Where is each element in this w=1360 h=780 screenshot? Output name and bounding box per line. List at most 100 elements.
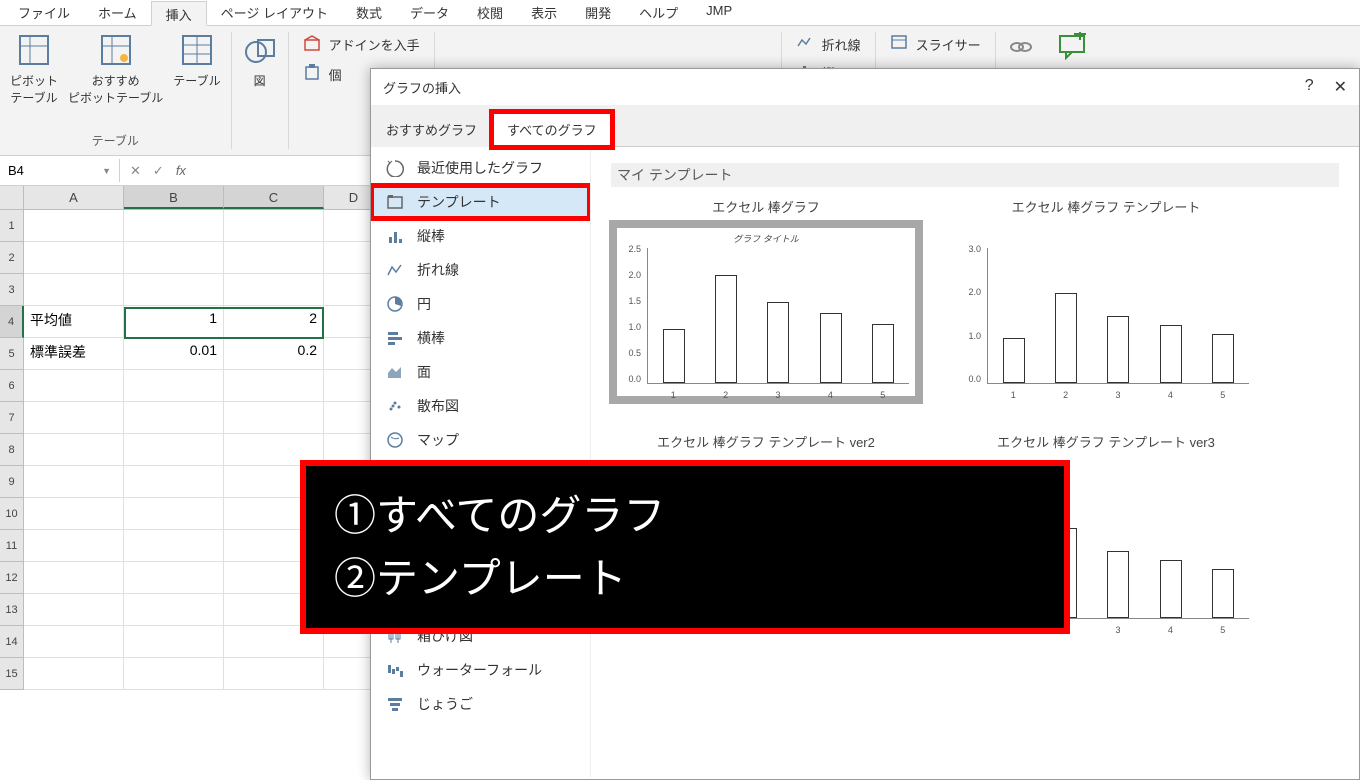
tab-review[interactable]: 校閲 <box>463 0 517 25</box>
tab-file[interactable]: ファイル <box>4 0 84 25</box>
table-button[interactable]: テーブル <box>173 32 220 89</box>
dialog-help-button[interactable]: ? <box>1305 77 1314 97</box>
template-item[interactable]: エクセル 棒グラフグラフ タイトル0.00.51.01.52.02.512345 <box>611 197 921 402</box>
cell[interactable] <box>224 658 324 690</box>
chart-type-template[interactable]: テンプレート <box>371 185 590 219</box>
cell[interactable] <box>24 210 124 242</box>
cell[interactable] <box>24 370 124 402</box>
tab-insert[interactable]: 挿入 <box>151 1 207 26</box>
row-header[interactable]: 6 <box>0 370 24 402</box>
chart-type-waterfall[interactable]: ウォーターフォール <box>371 653 590 687</box>
tab-help[interactable]: ヘルプ <box>625 0 692 25</box>
cell[interactable] <box>224 370 324 402</box>
cell[interactable] <box>24 562 124 594</box>
cell[interactable] <box>224 402 324 434</box>
cell[interactable] <box>124 370 224 402</box>
cell[interactable] <box>24 434 124 466</box>
row-header[interactable]: 10 <box>0 498 24 530</box>
cell[interactable] <box>24 498 124 530</box>
recommended-pivot-button[interactable]: おすすめ ピボットテーブル <box>68 32 163 106</box>
link-icon[interactable] <box>1006 32 1036 62</box>
tab-formulas[interactable]: 数式 <box>342 0 396 25</box>
col-header-c[interactable]: C <box>224 186 324 209</box>
confirm-icon[interactable]: ✓ <box>153 163 164 179</box>
cell[interactable] <box>24 626 124 658</box>
row-header[interactable]: 3 <box>0 274 24 306</box>
cell[interactable] <box>124 626 224 658</box>
illustrations-button[interactable]: 図 <box>242 32 278 89</box>
cell[interactable] <box>124 594 224 626</box>
row-header[interactable]: 2 <box>0 242 24 274</box>
slicer-button[interactable]: スライサー <box>886 32 985 56</box>
select-all-corner[interactable] <box>0 186 24 209</box>
cell[interactable] <box>124 242 224 274</box>
cell[interactable] <box>24 402 124 434</box>
cell[interactable]: 2 <box>224 306 324 338</box>
row-header[interactable]: 11 <box>0 530 24 562</box>
cell[interactable] <box>24 530 124 562</box>
cell[interactable]: 1 <box>124 306 224 338</box>
cell[interactable] <box>124 498 224 530</box>
col-header-a[interactable]: A <box>24 186 124 209</box>
tab-developer[interactable]: 開発 <box>571 0 625 25</box>
col-header-b[interactable]: B <box>124 186 224 209</box>
cell[interactable] <box>224 274 324 306</box>
row-header[interactable]: 8 <box>0 434 24 466</box>
cell[interactable]: 0.2 <box>224 338 324 370</box>
comment-icon[interactable] <box>1054 32 1088 62</box>
cell[interactable] <box>24 658 124 690</box>
pivot-table-button[interactable]: ピボット テーブル <box>10 32 58 106</box>
chart-type-bar[interactable]: 横棒 <box>371 321 590 355</box>
cell[interactable] <box>124 210 224 242</box>
cell[interactable] <box>124 658 224 690</box>
tab-pagelayout[interactable]: ページ レイアウト <box>207 0 342 25</box>
cell[interactable] <box>224 242 324 274</box>
template-item[interactable]: エクセル 棒グラフ テンプレート0.01.02.03.012345 <box>951 197 1261 402</box>
chart-type-column[interactable]: 縦棒 <box>371 219 590 253</box>
row-header[interactable]: 1 <box>0 210 24 242</box>
cell[interactable] <box>224 210 324 242</box>
row-header[interactable]: 13 <box>0 594 24 626</box>
row-header[interactable]: 12 <box>0 562 24 594</box>
chart-type-scatter[interactable]: 散布図 <box>371 389 590 423</box>
row-header[interactable]: 4 <box>0 306 24 338</box>
chart-type-pie[interactable]: 円 <box>371 287 590 321</box>
cell[interactable] <box>24 594 124 626</box>
chart-type-area[interactable]: 面 <box>371 355 590 389</box>
cancel-icon[interactable]: ✕ <box>130 163 141 179</box>
cell[interactable] <box>124 434 224 466</box>
row-header[interactable]: 15 <box>0 658 24 690</box>
row-header[interactable]: 14 <box>0 626 24 658</box>
chart-type-recent[interactable]: 最近使用したグラフ <box>371 151 590 185</box>
my-addins-button[interactable]: 個 <box>299 62 346 86</box>
tab-all-charts[interactable]: すべてのグラフ <box>492 112 612 147</box>
dialog-close-button[interactable]: ✕ <box>1334 77 1347 97</box>
tab-data[interactable]: データ <box>396 0 463 25</box>
sparkline-line-button[interactable]: 折れ線 <box>792 32 865 56</box>
cell[interactable]: 標準誤差 <box>24 338 124 370</box>
cell[interactable] <box>124 466 224 498</box>
cell[interactable] <box>24 466 124 498</box>
tab-jmp[interactable]: JMP <box>692 0 746 25</box>
dropdown-icon[interactable]: ▼ <box>102 166 111 176</box>
tab-view[interactable]: 表示 <box>517 0 571 25</box>
cell[interactable]: 平均値 <box>24 306 124 338</box>
cell[interactable] <box>124 562 224 594</box>
cell[interactable] <box>24 274 124 306</box>
row-header[interactable]: 5 <box>0 338 24 370</box>
row-header[interactable]: 7 <box>0 402 24 434</box>
tab-home[interactable]: ホーム <box>84 0 151 25</box>
cell[interactable] <box>124 530 224 562</box>
fx-label[interactable]: fx <box>176 163 186 178</box>
cell[interactable] <box>124 402 224 434</box>
cell[interactable] <box>24 242 124 274</box>
tab-recommended-charts[interactable]: おすすめグラフ <box>371 112 492 147</box>
chart-type-map[interactable]: マップ <box>371 423 590 457</box>
chart-type-funnel[interactable]: じょうご <box>371 687 590 721</box>
chart-type-line[interactable]: 折れ線 <box>371 253 590 287</box>
get-addins-button[interactable]: アドインを入手 <box>299 32 424 56</box>
cell[interactable]: 0.01 <box>124 338 224 370</box>
cell[interactable] <box>124 274 224 306</box>
row-header[interactable]: 9 <box>0 466 24 498</box>
name-box[interactable]: B4 ▼ <box>0 159 120 182</box>
